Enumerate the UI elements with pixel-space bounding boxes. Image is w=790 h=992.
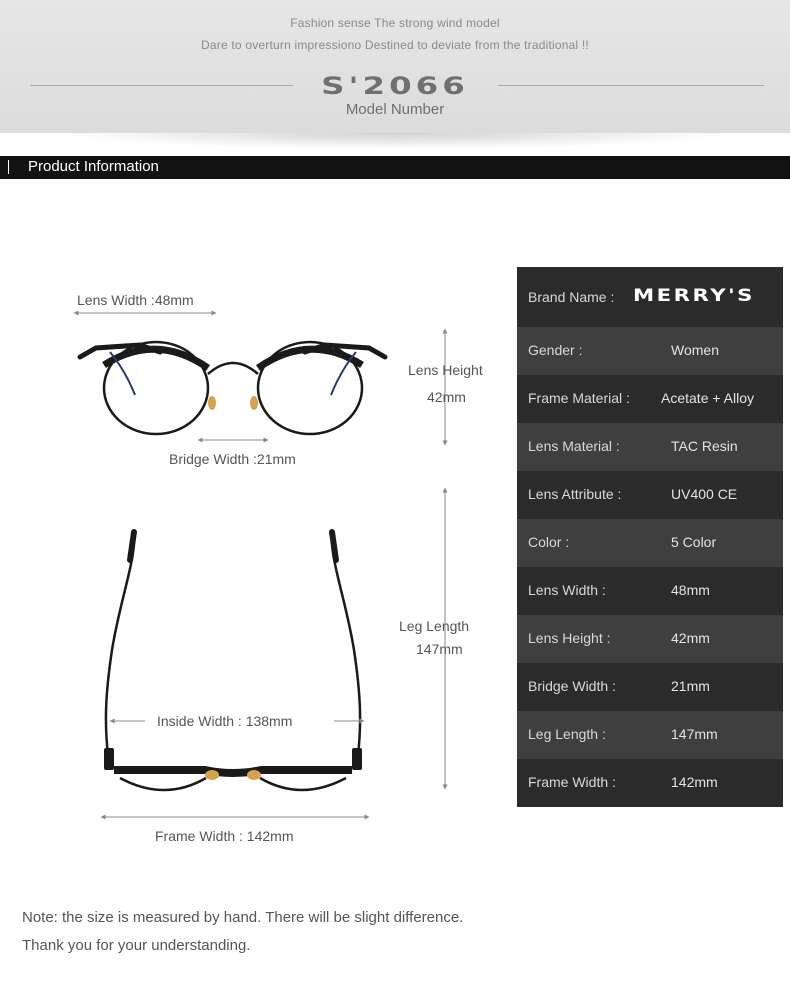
spec-row-lens-attribute: Lens Attribute : UV400 CE <box>517 471 783 519</box>
spec-row-gender: Gender : Women <box>517 327 783 375</box>
spec-label: Lens Height : <box>528 630 611 646</box>
spec-value: Women <box>671 342 719 358</box>
tagline-1: Fashion sense The strong wind model <box>290 16 500 30</box>
model-number-label: Model Number <box>345 101 445 118</box>
spec-label: Frame Material : <box>528 390 630 406</box>
spec-label: Lens Attribute : <box>528 486 622 502</box>
spec-label: Color : <box>528 534 570 550</box>
lens-width-label: Lens Width :48mm <box>77 292 194 308</box>
spec-table: Brand Name : MERRY'S Gender : Women Fram… <box>517 267 783 807</box>
spec-label: Gender : <box>528 342 583 358</box>
thank-you-note: Thank you for your understanding. <box>22 937 251 954</box>
spec-label: Leg Length : <box>528 726 606 742</box>
spec-row-lens-width: Lens Width : 48mm <box>517 567 783 615</box>
spec-row-lens-material: Lens Material : TAC Resin <box>517 423 783 471</box>
section-marker <box>8 160 9 174</box>
spec-label: Brand Name : <box>528 289 615 305</box>
spec-value: 5 Color <box>671 534 717 550</box>
spec-value: TAC Resin <box>671 438 738 454</box>
model-number: S'2066 <box>321 72 469 100</box>
section-header: Product Information <box>0 156 790 179</box>
spec-value: 42mm <box>671 630 710 646</box>
spec-label: Lens Material : <box>528 438 620 454</box>
glasses-top-view <box>104 529 362 792</box>
spec-row-frame-width: Frame Width : 142mm <box>517 759 783 807</box>
bridge-width-label: Bridge Width :21mm <box>169 451 296 467</box>
spec-value: Acetate + Alloy <box>661 390 755 406</box>
spec-value: 48mm <box>671 582 710 598</box>
spec-label: Frame Width : <box>528 774 616 790</box>
spec-row-lens-height: Lens Height : 42mm <box>517 615 783 663</box>
lens-height-label: Lens Height <box>408 362 483 378</box>
spec-value: 147mm <box>671 726 718 742</box>
brand-logo: MERRY'S <box>633 286 755 306</box>
section-title: Product Information <box>28 158 159 175</box>
spec-value: 142mm <box>671 774 718 790</box>
banner-shadow <box>60 133 730 149</box>
measurement-note: Note: the size is measured by hand. Ther… <box>22 909 464 926</box>
spec-value: UV400 CE <box>671 486 738 502</box>
header-banner: Fashion sense The strong wind model Dare… <box>0 0 790 133</box>
frame-width-label: Frame Width : 142mm <box>155 828 294 844</box>
spec-label: Bridge Width : <box>528 678 616 694</box>
inside-width-label: Inside Width : 138mm <box>157 713 293 729</box>
glasses-diagram <box>73 310 448 820</box>
leg-length-label: Leg Length <box>399 618 470 634</box>
spec-row-bridge-width: Bridge Width : 21mm <box>517 663 783 711</box>
lens-height-value: 42mm <box>427 389 466 405</box>
spec-label: Lens Width : <box>528 582 606 598</box>
spec-row-leg-length: Leg Length : 147mm <box>517 711 783 759</box>
spec-row-frame-material: Frame Material : Acetate + Alloy <box>517 375 783 423</box>
spec-row-brand: Brand Name : MERRY'S <box>517 267 783 327</box>
tagline-2: Dare to overturn impressiono Destined to… <box>201 38 589 52</box>
spec-row-color: Color : 5 Color <box>517 519 783 567</box>
spec-value: 21mm <box>671 678 710 694</box>
glasses-front-view <box>77 340 388 436</box>
leg-length-value: 147mm <box>416 641 463 657</box>
